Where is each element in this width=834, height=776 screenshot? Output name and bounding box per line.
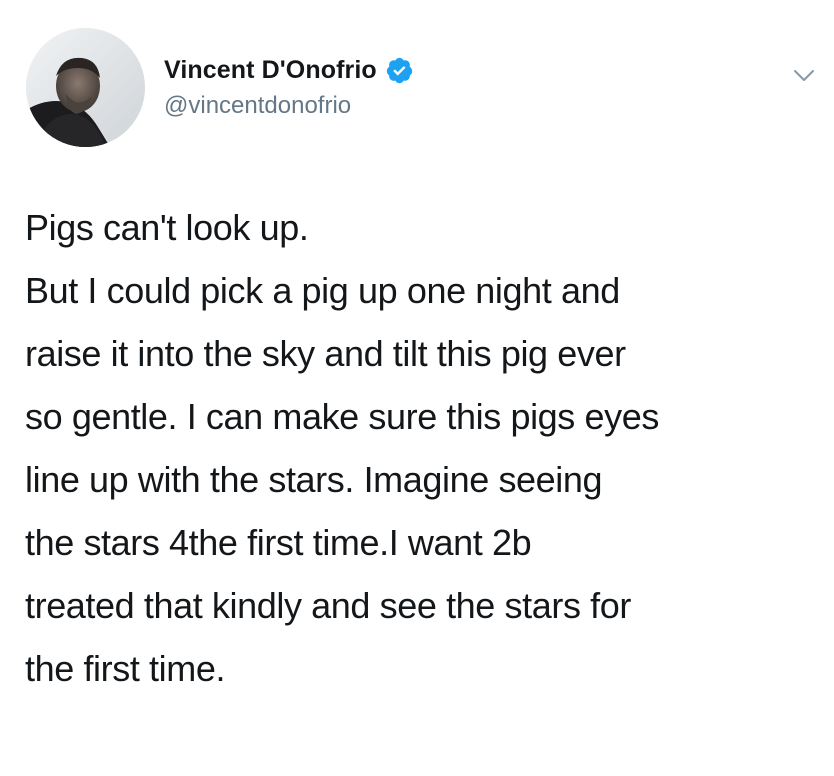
tweet-text-line: But I could pick a pig up one night and bbox=[25, 270, 620, 311]
tweet-text-line: so gentle. I can make sure this pigs eye… bbox=[25, 396, 659, 437]
tweet-text-line: line up with the stars. Imagine seeing bbox=[25, 459, 603, 500]
tweet-header: Vincent D'Onofrio @vincentdonofrio bbox=[26, 28, 816, 150]
tweet-text-line: treated that kindly and see the stars fo… bbox=[25, 585, 631, 626]
user-handle[interactable]: @vincentdonofrio bbox=[164, 92, 724, 120]
chevron-down-icon[interactable] bbox=[792, 68, 816, 84]
tweet-text-line: the stars 4the first time.I want 2b bbox=[25, 522, 532, 563]
tweet-text-line: raise it into the sky and tilt this pig … bbox=[25, 333, 626, 374]
tweet-text-line: the first time. bbox=[25, 648, 226, 689]
name-row: Vincent D'Onofrio bbox=[164, 50, 724, 90]
profile-photo bbox=[26, 28, 145, 147]
display-name[interactable]: Vincent D'Onofrio bbox=[164, 56, 377, 85]
avatar[interactable] bbox=[26, 28, 145, 147]
author-info: Vincent D'Onofrio @vincentdonofrio bbox=[164, 50, 724, 120]
verified-badge-icon bbox=[385, 56, 414, 85]
tweet-card: Vincent D'Onofrio @vincentdonofrio Pigs … bbox=[0, 0, 834, 776]
tweet-text: Pigs can't look up. But I could pick a p… bbox=[25, 196, 815, 700]
tweet-text-line: Pigs can't look up. bbox=[25, 207, 309, 248]
